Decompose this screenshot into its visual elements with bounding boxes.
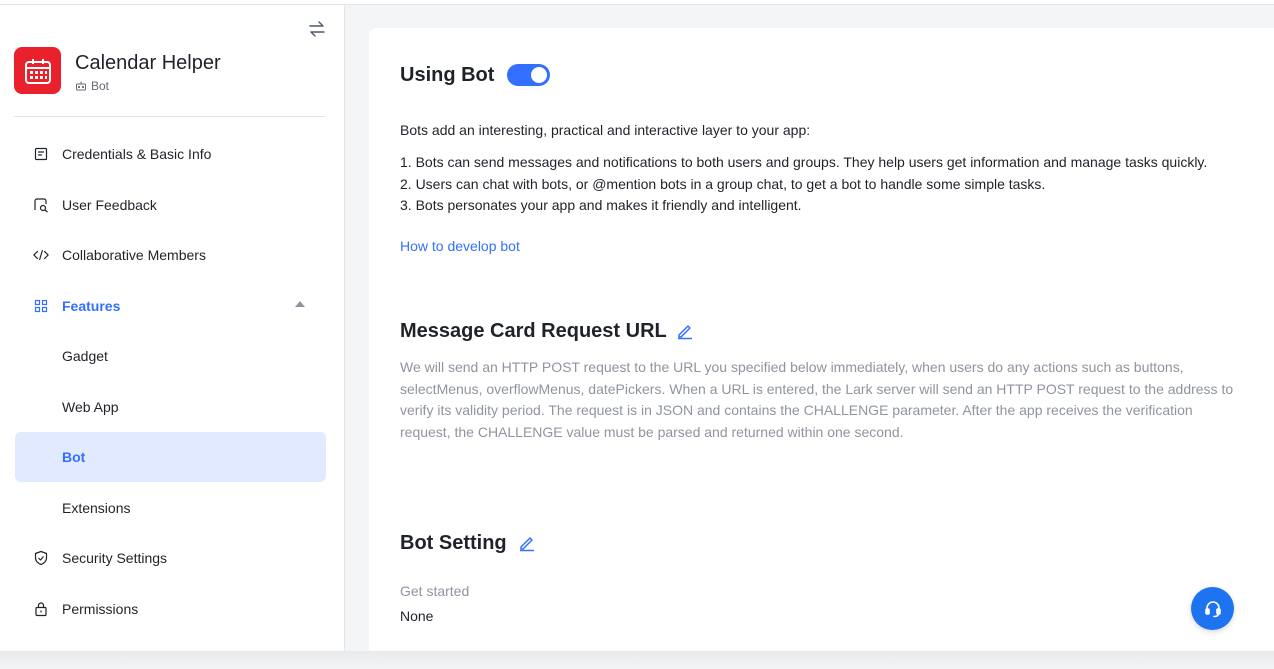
app-name: Calendar Helper: [75, 52, 221, 74]
code-icon: [33, 247, 49, 263]
bot-point-1: 1. Bots can send messages and notificati…: [400, 154, 1208, 170]
shield-icon: [33, 550, 49, 566]
headset-icon: [1204, 600, 1221, 617]
sidebar-item-label: Features: [62, 298, 121, 314]
sidebar-item-label: Credentials & Basic Info: [62, 146, 212, 162]
using-bot-title: Using Bot: [400, 64, 495, 86]
robot-icon: [76, 81, 86, 91]
sidebar-item-security-settings[interactable]: Security Settings: [15, 533, 326, 583]
sidebar: Calendar Helper Bot Credentials & Basic …: [0, 5, 345, 651]
sidebar-item-label: Extensions: [62, 500, 131, 516]
message-card-description: We will send an HTTP POST request to the…: [400, 359, 1234, 440]
message-card-title: Message Card Request URL: [400, 320, 667, 342]
sidebar-item-label: Collaborative Members: [62, 247, 206, 263]
lock-icon: [33, 601, 49, 617]
bot-point-2: 2. Users can chat with bots, or @mention…: [400, 176, 1046, 192]
customer-service-button[interactable]: [1191, 587, 1234, 630]
using-bot-toggle[interactable]: [507, 64, 550, 86]
app-type-label: Bot: [91, 79, 110, 93]
bot-intro-text: Bots add an interesting, practical and i…: [400, 122, 811, 138]
document-icon: [33, 146, 49, 162]
feedback-icon: [33, 197, 49, 213]
sidebar-item-label: Web App: [62, 399, 119, 415]
sidebar-item-label: Bot: [62, 449, 86, 465]
main-card: Using Bot Bots add an interesting, pract…: [369, 28, 1274, 651]
app-type: Bot: [75, 79, 109, 93]
how-to-develop-bot-link[interactable]: How to develop bot: [400, 238, 520, 254]
get-started-label: Get started: [400, 583, 470, 599]
sidebar-item-bot[interactable]: Bot: [15, 432, 326, 482]
sidebar-item-collaborative-members[interactable]: Collaborative Members: [15, 230, 326, 280]
grid-icon: [33, 298, 49, 314]
get-started-value: None: [400, 608, 434, 624]
sidebar-item-user-feedback[interactable]: User Feedback: [15, 180, 326, 230]
sidebar-item-credentials[interactable]: Credentials & Basic Info: [15, 129, 326, 179]
collapse-sidebar-icon[interactable]: [306, 19, 328, 39]
bot-point-3: 3. Bots personates your app and makes it…: [400, 197, 802, 213]
edit-message-card-url-icon[interactable]: [676, 322, 694, 340]
divider: [14, 116, 325, 117]
sidebar-item-gadget[interactable]: Gadget: [15, 331, 326, 381]
edit-bot-setting-icon[interactable]: [518, 534, 536, 552]
sidebar-item-web-app[interactable]: Web App: [15, 382, 326, 432]
caret-up-icon[interactable]: [295, 301, 305, 307]
calendar-app-icon: [14, 47, 61, 94]
sidebar-item-label: Permissions: [62, 601, 139, 617]
sidebar-item-label: Gadget: [62, 348, 108, 364]
sidebar-item-extensions[interactable]: Extensions: [15, 483, 326, 533]
bot-setting-title: Bot Setting: [400, 532, 507, 554]
sidebar-item-label: User Feedback: [62, 197, 157, 213]
bottom-shadow: [0, 651, 1274, 669]
sidebar-item-features[interactable]: Features: [15, 281, 326, 331]
sidebar-item-permissions[interactable]: Permissions: [15, 584, 326, 634]
toggle-knob: [531, 67, 547, 83]
sidebar-item-label: Security Settings: [62, 550, 168, 566]
